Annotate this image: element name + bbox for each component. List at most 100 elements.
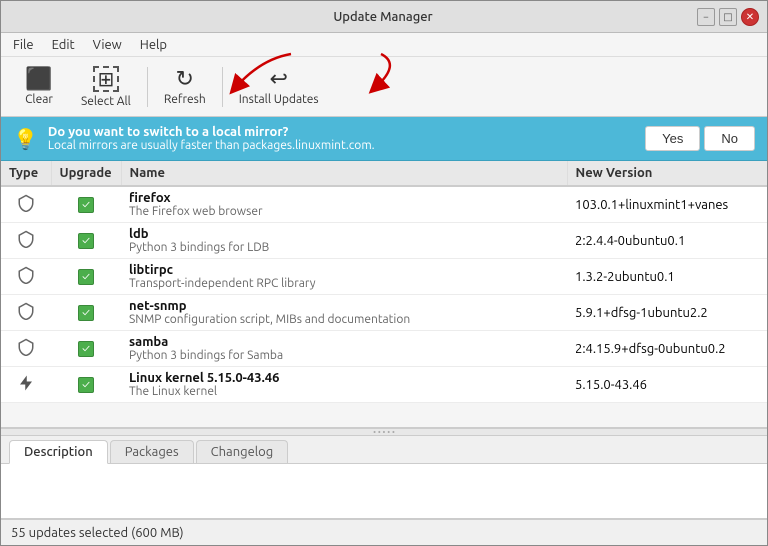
package-desc: Python 3 bindings for Samba [129,349,559,362]
status-text: 55 updates selected (600 MB) [11,526,184,540]
table-row: ✓ Linux kernel 5.15.0-43.46The Linux kern… [1,367,767,403]
banner-no-button[interactable]: No [704,126,755,151]
banner-text: Do you want to switch to a local mirror?… [48,125,635,152]
col-version: New Version [567,161,767,186]
banner-main-text: Do you want to switch to a local mirror? [48,125,635,139]
table-header-row: Type Upgrade Name New Version [1,161,767,186]
shield-icon [17,201,35,215]
shield-icon [17,273,35,287]
package-name: ldb [129,227,559,241]
window-title: Update Manager [69,10,697,24]
name-cell: sambaPython 3 bindings for Samba [121,331,567,367]
title-bar: Update Manager − □ ✕ [1,1,767,33]
table-row: ✓ firefoxThe Firefox web browser103.0.1+l… [1,186,767,223]
table-row: ✓ldbPython 3 bindings for LDB2:2.4.4-0ub… [1,223,767,259]
close-button[interactable]: ✕ [741,8,759,26]
toolbar-sep-1 [147,67,148,107]
package-name: samba [129,335,559,349]
version-cell: 2:4.15.9+dfsg-0ubuntu0.2 [567,331,767,367]
refresh-button[interactable]: ↻ Refresh [152,59,218,114]
upgrade-checkbox[interactable]: ✓ [78,197,94,213]
maximize-button[interactable]: □ [719,8,737,26]
clear-label: Clear [25,93,53,106]
name-cell: net-snmpSNMP configuration script, MIBs … [121,295,567,331]
version-cell: 103.0.1+linuxmint1+vanes [567,186,767,223]
package-name: Linux kernel 5.15.0-43.46 [129,371,559,385]
name-cell: firefoxThe Firefox web browser [121,186,567,223]
bolt-icon [17,381,35,395]
toolbar: ⬛ Clear ⊞ Select All ↻ Refresh ↩ Install… [1,57,767,117]
type-cell [1,331,51,367]
package-desc: Transport-independent RPC library [129,277,559,290]
menu-file[interactable]: File [5,36,42,54]
table-row: ✓ libtirpcTransport-independent RPC libra… [1,259,767,295]
resize-handle[interactable]: • • • • • [1,428,767,436]
tab-content-area [1,464,767,519]
col-upgrade: Upgrade [51,161,121,186]
menu-edit[interactable]: Edit [44,36,83,54]
select-all-button[interactable]: ⊞ Select All [69,59,143,114]
info-banner: 💡 Do you want to switch to a local mirro… [1,117,767,161]
package-desc: SNMP configuration script, MIBs and docu… [129,313,559,326]
type-cell [1,295,51,331]
upgrade-cell[interactable]: ✓ [51,295,121,331]
type-cell [1,367,51,403]
upgrade-cell[interactable]: ✓ [51,259,121,295]
shield-icon [17,309,35,323]
select-all-icon: ⊞ [93,66,120,92]
table-row: ✓ net-snmpSNMP configuration script, MIBs… [1,295,767,331]
name-cell: libtirpcTransport-independent RPC librar… [121,259,567,295]
refresh-label: Refresh [164,93,206,106]
name-cell: ldbPython 3 bindings for LDB [121,223,567,259]
type-cell [1,186,51,223]
version-cell: 5.15.0-43.46 [567,367,767,403]
upgrade-cell[interactable]: ✓ [51,186,121,223]
upgrade-checkbox[interactable]: ✓ [78,305,94,321]
menu-view[interactable]: View [85,36,130,54]
menu-bar: File Edit View Help [1,33,767,57]
banner-icon: 💡 [13,127,38,151]
tab-description[interactable]: Description [9,440,108,464]
banner-buttons: Yes No [645,126,755,151]
tab-changelog[interactable]: Changelog [196,440,289,463]
minimize-button[interactable]: − [697,8,715,26]
window-controls: − □ ✕ [697,8,759,26]
package-desc: The Linux kernel [129,385,559,398]
col-name: Name [121,161,567,186]
toolbar-wrapper: ⬛ Clear ⊞ Select All ↻ Refresh ↩ Install… [1,57,767,117]
name-cell: Linux kernel 5.15.0-43.46The Linux kerne… [121,367,567,403]
tab-packages[interactable]: Packages [110,440,194,463]
shield-icon [17,237,35,251]
menu-help[interactable]: Help [132,36,175,54]
upgrade-cell[interactable]: ✓ [51,223,121,259]
clear-button[interactable]: ⬛ Clear [9,59,69,114]
upgrade-checkbox[interactable]: ✓ [78,233,94,249]
banner-sub-text: Local mirrors are usually faster than pa… [48,139,635,152]
package-name: firefox [129,191,559,205]
package-table: Type Upgrade Name New Version ✓firefoxTh… [1,161,767,403]
install-label: Install Updates [239,93,319,106]
install-button[interactable]: ↩ Install Updates [227,59,331,114]
upgrade-cell[interactable]: ✓ [51,331,121,367]
status-bar: 55 updates selected (600 MB) [1,519,767,545]
banner-yes-button[interactable]: Yes [645,126,700,151]
type-cell [1,259,51,295]
type-cell [1,223,51,259]
upgrade-checkbox[interactable]: ✓ [78,377,94,393]
version-cell: 2:2.4.4-0ubuntu0.1 [567,223,767,259]
clear-icon: ⬛ [25,68,52,90]
shield-icon [17,345,35,359]
tabs-bar: Description Packages Changelog [1,436,767,464]
upgrade-checkbox[interactable]: ✓ [78,341,94,357]
col-type: Type [1,161,51,186]
package-name: net-snmp [129,299,559,313]
table-row: ✓sambaPython 3 bindings for Samba2:4.15.… [1,331,767,367]
upgrade-checkbox[interactable]: ✓ [78,269,94,285]
version-cell: 5.9.1+dfsg-1ubuntu2.2 [567,295,767,331]
toolbar-sep-2 [222,67,223,107]
refresh-icon: ↻ [176,68,194,90]
package-desc: Python 3 bindings for LDB [129,241,559,254]
select-all-label: Select All [81,95,131,108]
package-table-container[interactable]: Type Upgrade Name New Version ✓firefoxTh… [1,161,767,428]
upgrade-cell[interactable]: ✓ [51,367,121,403]
